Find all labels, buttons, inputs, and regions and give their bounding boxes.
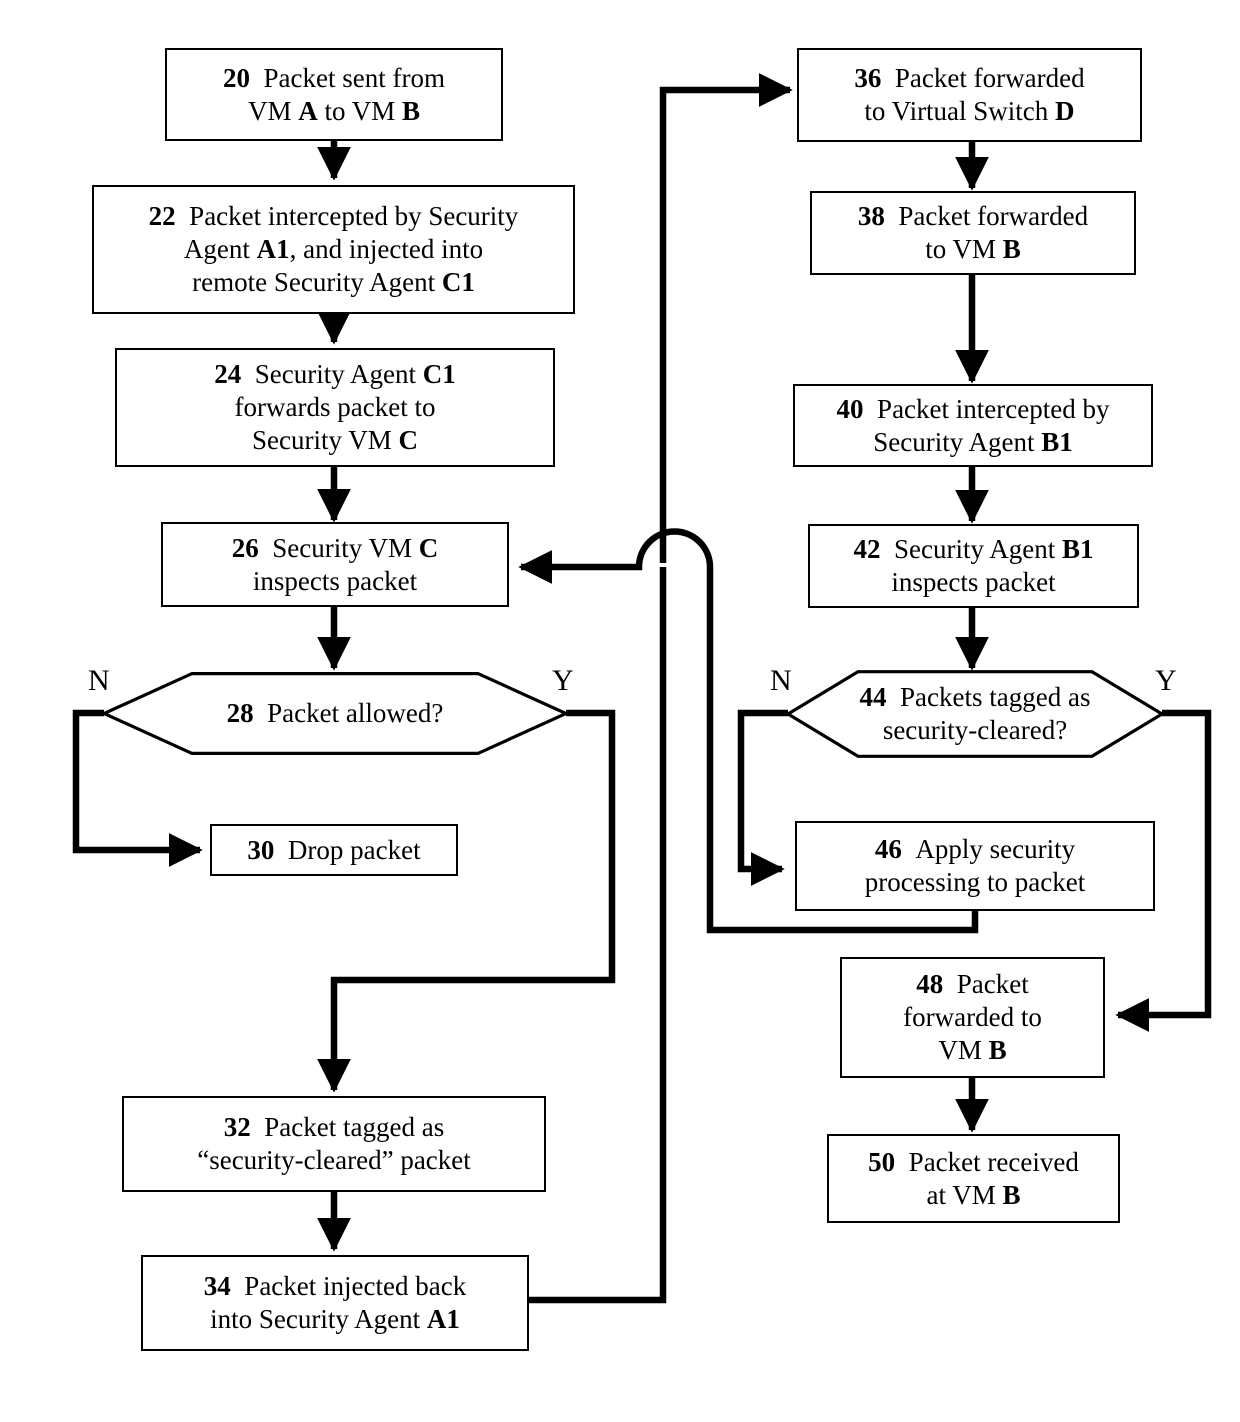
node-44-text: 44 Packets tagged as security-cleared?: [859, 682, 1091, 745]
edge-34-to-36-top: [659, 73, 793, 563]
edge-28-yes-to-32: [317, 709, 616, 1093]
node-34-packet-injected-back: 34 Packet injected back into Security Ag…: [141, 1255, 529, 1351]
branch-label-28-yes: Y: [552, 664, 574, 697]
node-38-forwarded-vmb: 38 Packet forwarded to VM B: [810, 191, 1136, 275]
node-36-text: 36 Packet forwarded to Virtual Switch D: [854, 63, 1085, 126]
node-26-inspects-packet: 26 Security VM C inspects packet: [161, 522, 509, 607]
node-30-text: 30 Drop packet: [247, 834, 421, 865]
node-38-text: 38 Packet forwarded to VM B: [857, 201, 1089, 264]
node-32-text: 32 Packet tagged as “security-cleared” p…: [197, 1112, 471, 1175]
node-40-text: 40 Packet intercepted by Security Agent …: [836, 393, 1110, 457]
branch-label-28-no: N: [88, 664, 110, 697]
node-28-packet-allowed: 28 Packet allowed?: [104, 672, 566, 755]
node-42-inspects-packet: 42 Security Agent B1 inspects packet: [808, 524, 1139, 608]
node-30-drop-packet: 30 Drop packet: [210, 824, 458, 876]
branch-label-44-no: N: [770, 664, 792, 697]
node-36-forwarded-switch: 36 Packet forwarded to Virtual Switch D: [797, 48, 1142, 142]
node-24-forwards-packet: 24 Security Agent C1 forwards packet to …: [115, 348, 555, 467]
node-48-forwarded-to-vmb: 48 Packet forwarded to VM B: [840, 957, 1105, 1078]
node-32-packet-tagged: 32 Packet tagged as “security-cleared” p…: [122, 1096, 546, 1192]
node-46-text: 46 Apply security processing to packet: [864, 834, 1086, 897]
node-40-intercepted-b1: 40 Packet intercepted by Security Agent …: [793, 384, 1153, 467]
node-48-text: 48 Packet forwarded to VM B: [903, 969, 1042, 1065]
branch-label-44-yes: Y: [1155, 664, 1177, 697]
node-24-text: 24 Security Agent C1 forwards packet to …: [214, 359, 456, 455]
node-22-text: 22 Packet intercepted by Security Agent …: [148, 201, 519, 297]
node-20-text: 20 Packet sent from VM A to VM B: [223, 62, 445, 126]
edge-44-no-to-46: [737, 709, 788, 886]
patent-flowchart-figure: 20 Packet sent from VM A to VM B 22 Pack…: [0, 0, 1240, 1422]
node-42-text: 42 Security Agent B1 inspects packet: [853, 534, 1094, 597]
node-28-text: 28 Packet allowed?: [226, 698, 444, 729]
node-50-text: 50 Packet received at VM B: [868, 1146, 1079, 1210]
node-46-apply-security: 46 Apply security processing to packet: [795, 821, 1155, 911]
node-34-text: 34 Packet injected back into Security Ag…: [203, 1271, 467, 1334]
node-20-packet-sent: 20 Packet sent from VM A to VM B: [165, 48, 503, 141]
edge-46-to-26-hop: [518, 528, 714, 584]
node-22-packet-intercepted: 22 Packet intercepted by Security Agent …: [92, 185, 575, 314]
node-26-text: 26 Security VM C inspects packet: [231, 532, 439, 596]
node-44-packets-tagged: 44 Packets tagged as security-cleared?: [788, 670, 1162, 758]
node-50-packet-received: 50 Packet received at VM B: [827, 1134, 1120, 1223]
